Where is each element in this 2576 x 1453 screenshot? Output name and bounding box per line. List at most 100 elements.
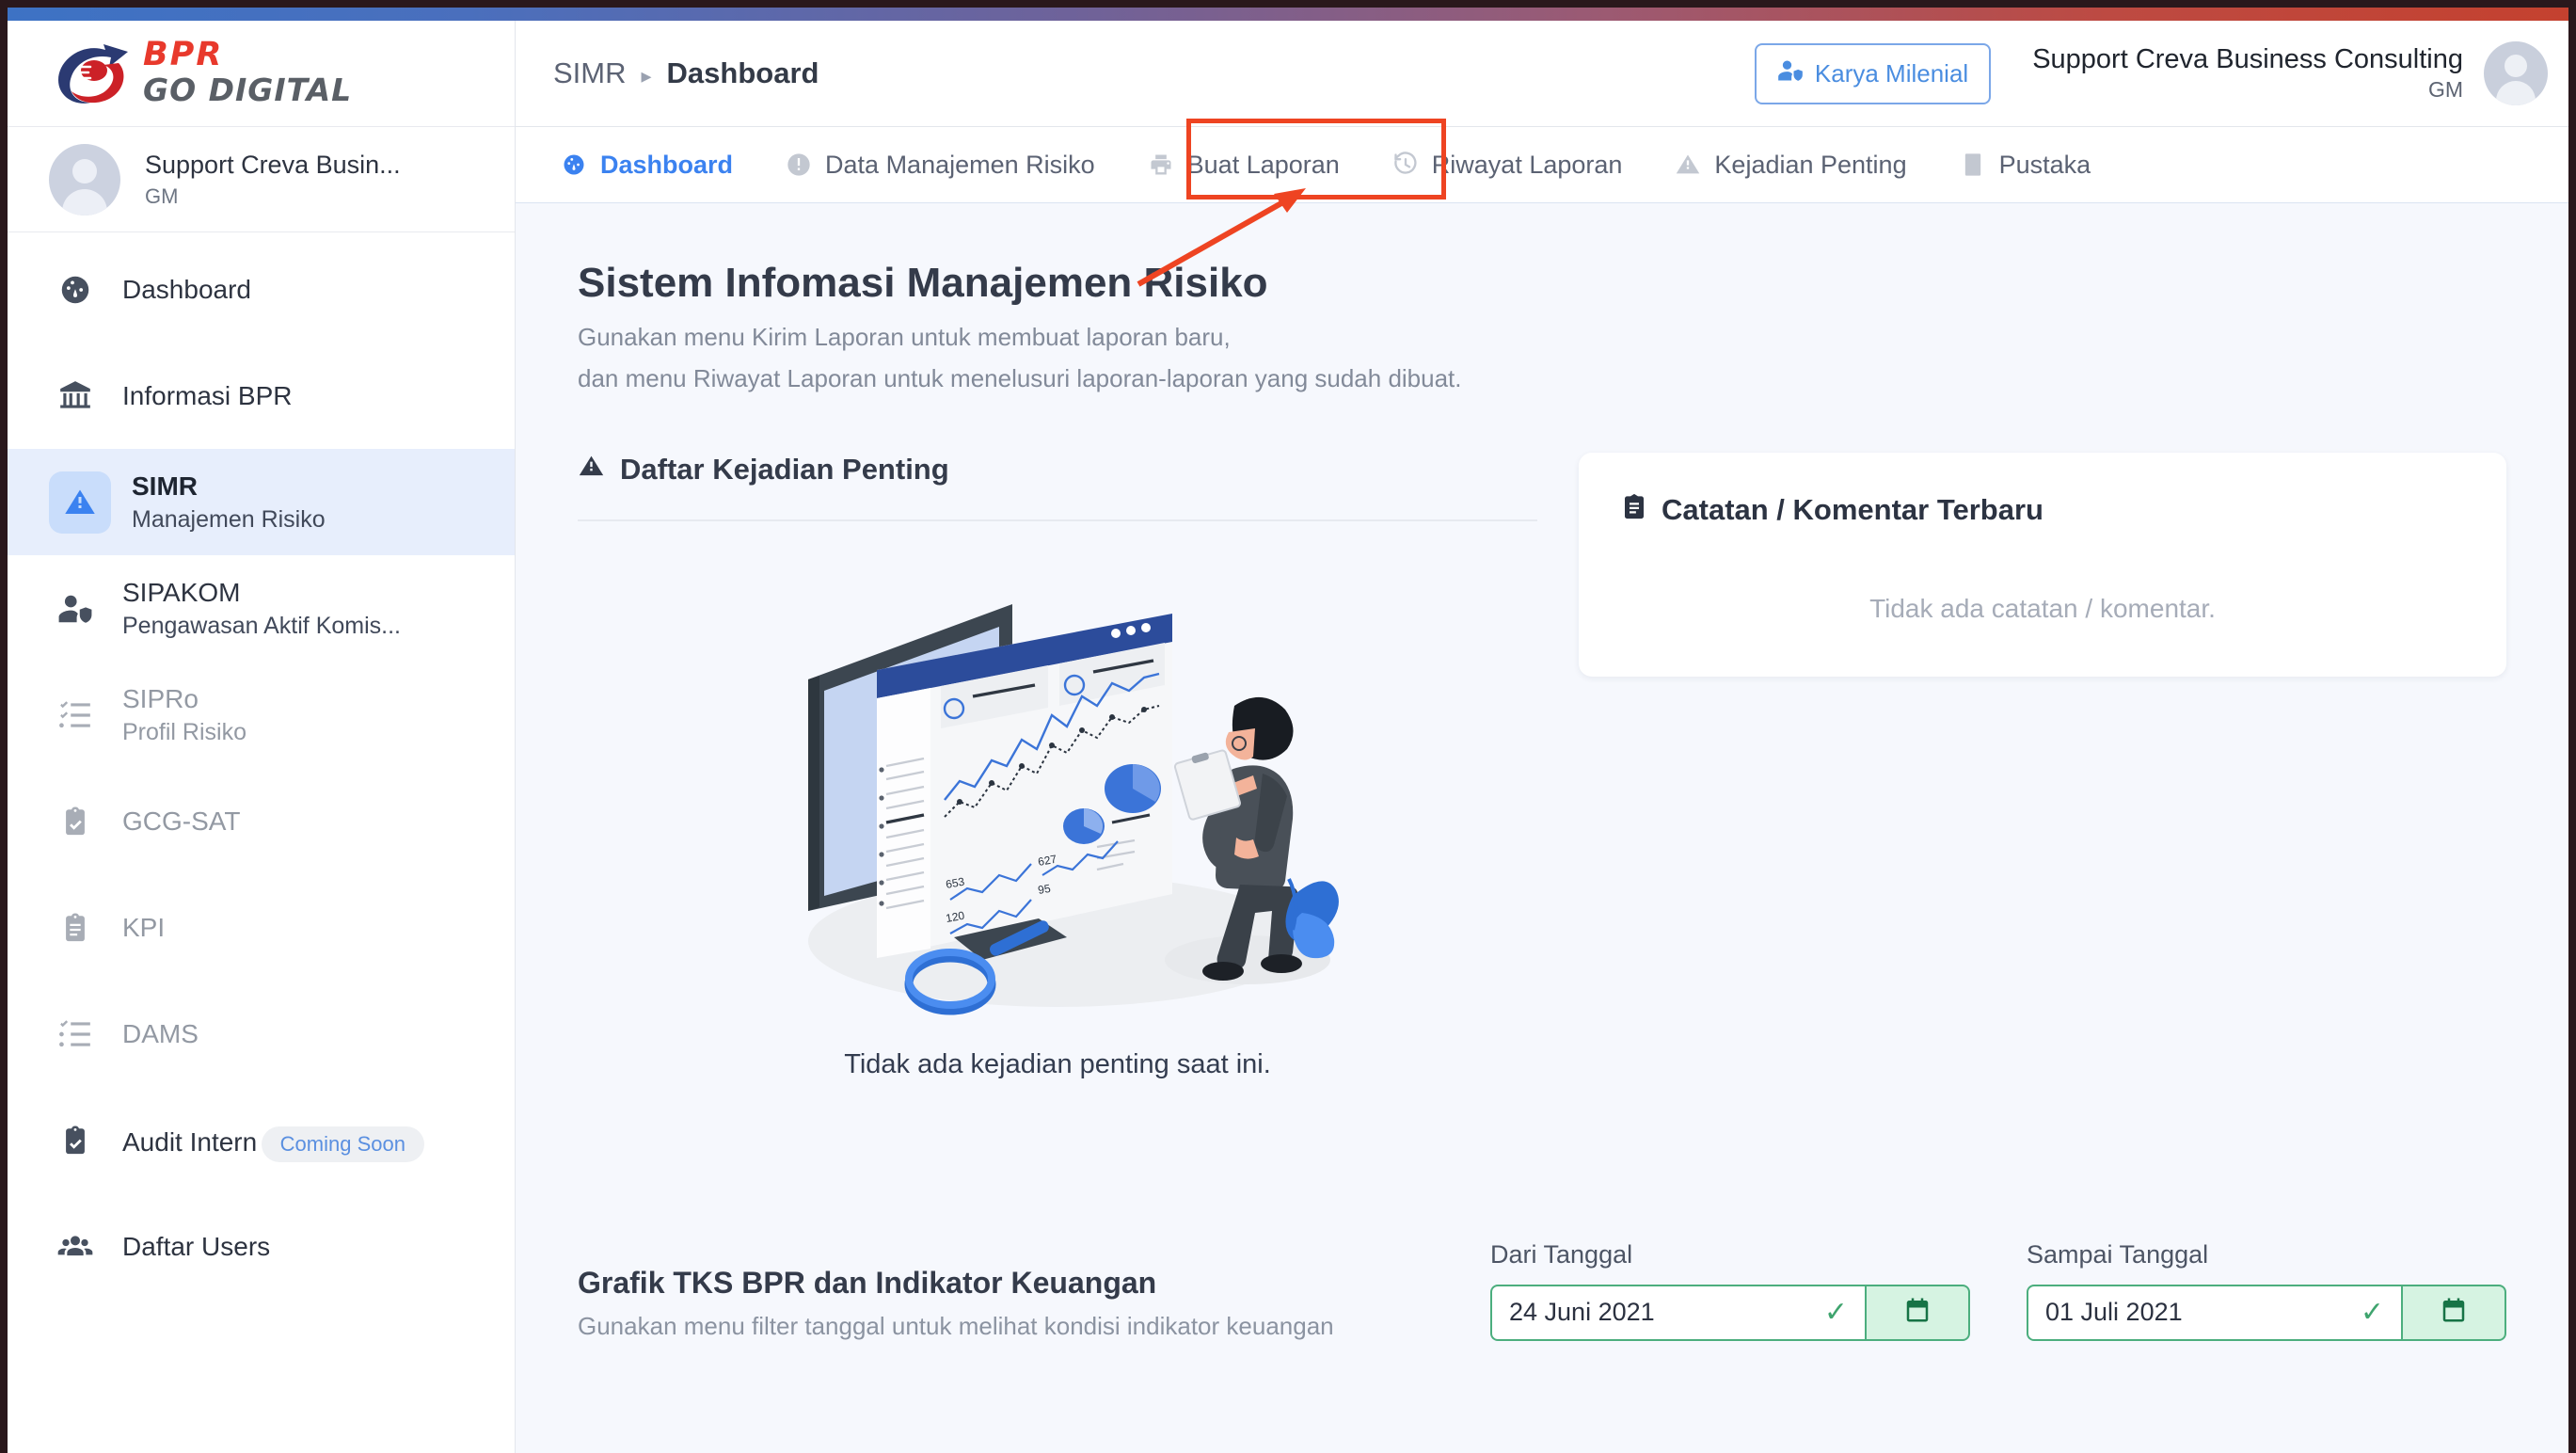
empty-state-illustration-wrap: 653 627 95 120 Tidak ada kejadian pentin… <box>578 565 1537 1080</box>
sidebar-item-simr[interactable]: SIMR Manajemen Risiko <box>8 449 515 555</box>
content-columns: Daftar Kejadian Penting 653 627 95 120 T… <box>516 452 2568 1080</box>
page-subtitle-line2: dan menu Riwayat Laporan untuk menelusur… <box>578 364 1462 393</box>
date-to-label: Sampai Tanggal <box>2027 1239 2209 1269</box>
date-to-value: 01 Juli 2021 <box>2045 1298 2183 1327</box>
avatar[interactable] <box>2484 41 2548 105</box>
notes-column: Catatan / Komentar Terbaru Tidak ada cat… <box>1579 452 2506 1080</box>
check-icon: ✓ <box>2360 1297 2384 1329</box>
account-info[interactable]: Support Creva Business Consulting GM <box>2032 44 2463 103</box>
sidebar-item-gcg-sat[interactable]: GCG-SAT <box>8 768 515 874</box>
tab-dashboard[interactable]: Dashboard <box>534 127 759 202</box>
brand-wordmark: BPR GO DIGITAL <box>143 39 352 107</box>
sidebar-item-sipro[interactable]: SIPRo Profil Risiko <box>8 662 515 768</box>
brand-godigital-text: GO DIGITAL <box>143 72 353 109</box>
dashboard-analytics-illustration: 653 627 95 120 <box>808 603 1339 1015</box>
breadcrumb-parent[interactable]: SIMR <box>553 56 627 90</box>
date-from-value: 24 Juni 2021 <box>1509 1298 1655 1327</box>
chevron-right-icon: ▸ <box>641 64 652 88</box>
account-role: GM <box>2427 77 2463 103</box>
avatar <box>49 143 120 216</box>
notes-card: Catatan / Komentar Terbaru Tidak ada cat… <box>1579 452 2506 677</box>
sidebar-item-dams[interactable]: DAMS <box>8 981 515 1087</box>
history-icon <box>1392 152 1419 178</box>
printer-icon <box>1148 152 1174 178</box>
chart-section-subtitle: Gunakan menu filter tanggal untuk meliha… <box>578 1311 1334 1340</box>
tab-data-manajemen-risiko[interactable]: Data Manajemen Risiko <box>759 127 1121 202</box>
bank-icon <box>49 378 102 414</box>
notes-empty-message: Tidak ada catatan / komentar. <box>1869 593 2216 623</box>
tab-label: Riwayat Laporan <box>1431 150 1623 179</box>
sidebar-item-sublabel: Pengawasan Aktif Komis... <box>122 612 401 639</box>
checklist-icon <box>49 697 102 733</box>
karya-milenial-label: Karya Milenial <box>1814 58 1969 88</box>
karya-milenial-button[interactable]: Karya Milenial <box>1754 42 1992 104</box>
brand-logo[interactable]: BPR GO DIGITAL <box>8 21 515 127</box>
events-column: Daftar Kejadian Penting 653 627 95 120 T… <box>578 453 1537 1080</box>
sidebar-item-label: KPI <box>122 912 166 942</box>
tab-label: Data Manajemen Risiko <box>825 150 1095 179</box>
top-header: SIMR ▸ Dashboard Karya Milenial Support … <box>516 21 2568 127</box>
sidebar-item-label: SIPRo <box>122 684 199 714</box>
page-title: Sistem Infomasi Manajemen Risiko <box>578 260 1268 306</box>
date-to-field: Sampai Tanggal 01 Juli 2021 ✓ <box>2027 1240 2506 1341</box>
chart-filter-row: Grafik TKS BPR dan Indikator Keuangan Gu… <box>516 1240 2568 1341</box>
check-icon: ✓ <box>1823 1297 1848 1329</box>
users-icon <box>49 1228 102 1266</box>
date-from-field: Dari Tanggal 24 Juni 2021 ✓ <box>1490 1240 1970 1341</box>
gauge-icon <box>49 272 102 308</box>
top-gradient-bar <box>8 8 2568 21</box>
sidebar: BPR GO DIGITAL Support Creva Busin... GM… <box>8 21 516 1453</box>
date-to-input[interactable]: 01 Juli 2021 ✓ <box>2027 1284 2401 1341</box>
user-shield-icon <box>49 591 102 627</box>
sidebar-item-label: Dashboard <box>122 274 251 304</box>
events-section-title: Daftar Kejadian Penting <box>620 453 949 487</box>
account-name: Support Creva Business Consulting <box>2032 43 2463 74</box>
svg-text:95: 95 <box>1037 881 1052 896</box>
warning-triangle-icon <box>578 453 605 487</box>
sidebar-item-dashboard[interactable]: Dashboard <box>8 236 515 343</box>
calendar-icon <box>1903 1296 1932 1329</box>
sidebar-item-informasi-bpr[interactable]: Informasi BPR <box>8 343 515 449</box>
warning-triangle-icon <box>49 471 111 534</box>
sidebar-item-label: SIPAKOM <box>122 578 241 608</box>
sidebar-item-label: Informasi BPR <box>122 380 293 410</box>
sidebar-item-sublabel: Profil Risiko <box>122 718 246 745</box>
tab-pustaka[interactable]: Pustaka <box>1933 127 2118 202</box>
sidebar-nav: Dashboard Informasi BPR SIMR Manajemen R… <box>8 232 515 1300</box>
user-shield-icon <box>1777 57 1804 90</box>
sidebar-item-audit-intern[interactable]: Audit Intern Coming Soon <box>8 1087 515 1193</box>
clipboard-list-icon <box>49 912 102 944</box>
tab-label: Pustaka <box>1998 150 2091 179</box>
date-from-input[interactable]: 24 Juni 2021 ✓ <box>1490 1284 1865 1341</box>
breadcrumb: SIMR ▸ Dashboard <box>553 56 819 90</box>
sidebar-item-label: GCG-SAT <box>122 806 241 836</box>
tab-riwayat-laporan[interactable]: Riwayat Laporan <box>1366 127 1649 202</box>
status-badge: Coming Soon <box>261 1126 424 1162</box>
sidebar-item-label: DAMS <box>122 1018 199 1048</box>
sidebar-item-kpi[interactable]: KPI <box>8 874 515 981</box>
checklist-icon <box>49 1016 102 1052</box>
tab-label: Dashboard <box>600 150 734 179</box>
tab-label: Kejadian Penting <box>1714 150 1907 179</box>
tab-buat-laporan[interactable]: Buat Laporan <box>1121 127 1366 202</box>
clipboard-check-icon <box>49 806 102 838</box>
tab-kejadian-penting[interactable]: Kejadian Penting <box>1648 127 1932 202</box>
date-from-calendar-button[interactable] <box>1865 1284 1970 1341</box>
sidebar-item-sipakom[interactable]: SIPAKOM Pengawasan Aktif Komis... <box>8 555 515 662</box>
info-circle-icon <box>786 152 812 178</box>
events-empty-message: Tidak ada kejadian penting saat ini. <box>844 1048 1271 1079</box>
sidebar-item-daftar-users[interactable]: Daftar Users <box>8 1193 515 1300</box>
warning-triangle-icon <box>1675 152 1701 178</box>
tab-label: Buat Laporan <box>1186 150 1340 179</box>
sidebar-user-profile[interactable]: Support Creva Busin... GM <box>8 127 515 232</box>
header-right-group: Karya Milenial Support Creva Business Co… <box>1754 41 2568 105</box>
clipboard-check-icon <box>49 1125 102 1157</box>
sidebar-item-sublabel: Manajemen Risiko <box>132 505 326 533</box>
date-to-calendar-button[interactable] <box>2401 1284 2506 1341</box>
sidebar-item-label: SIMR <box>132 471 198 502</box>
sidebar-user-role: GM <box>145 184 179 208</box>
chart-section-heading: Grafik TKS BPR dan Indikator Keuangan Gu… <box>578 1266 1334 1341</box>
date-from-control: 24 Juni 2021 ✓ <box>1490 1284 1970 1341</box>
date-filter-group: Dari Tanggal 24 Juni 2021 ✓ Sampai Tangg… <box>1490 1240 2506 1341</box>
bpr-logo-icon <box>58 44 128 104</box>
